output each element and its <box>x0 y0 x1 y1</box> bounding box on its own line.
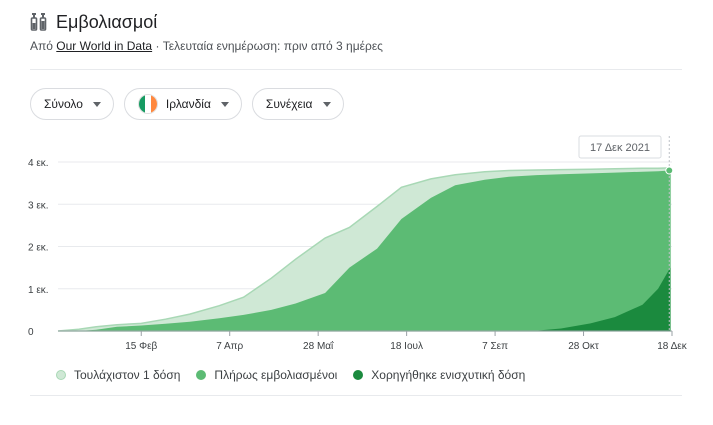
legend-item-at-least-one[interactable]: Τουλάχιστον 1 δόση <box>56 368 180 382</box>
vaccine-icon <box>30 13 47 31</box>
hover-point-marker <box>665 166 674 175</box>
metric-dropdown[interactable]: Σύνολο <box>30 88 114 120</box>
x-tick-label: 15 Φεβ <box>125 341 157 352</box>
y-tick-label: 2 εκ. <box>28 243 49 254</box>
y-tick-label: 3 εκ. <box>28 200 49 211</box>
card-header: Εμβολιασμοί Από Our World in Data · Τελε… <box>30 10 680 54</box>
filter-controls: Σύνολο Ιρλανδία Συνέχεια <box>30 88 344 120</box>
legend-swatch-at-least-one <box>56 370 66 380</box>
page-title: Εμβολιασμοί <box>56 11 158 32</box>
top-divider <box>30 69 682 70</box>
x-tick-label: 7 Σεπ <box>482 341 508 352</box>
metric-dropdown-label: Σύνολο <box>44 97 83 111</box>
country-dropdown[interactable]: Ιρλανδία <box>123 88 242 120</box>
mode-dropdown-label: Συνέχεια <box>265 97 313 111</box>
legend-label: Τουλάχιστον 1 δόση <box>74 368 181 382</box>
legend-swatch-fully <box>196 370 207 380</box>
caret-down-icon <box>92 101 101 107</box>
caret-down-icon <box>220 101 229 107</box>
legend-label: Χορηγήθηκε ενισχυτική δόση <box>371 368 526 382</box>
source-prefix: Από <box>30 39 57 53</box>
legend-item-booster[interactable]: Χορηγήθηκε ενισχυτική δόση <box>353 368 525 382</box>
ireland-flag-icon <box>137 94 158 114</box>
last-updated: · Τελευταία ενημέρωση: πριν από 3 ημέρες <box>152 39 383 53</box>
y-tick-label: 0 <box>28 327 34 338</box>
y-tick-label: 4 εκ. <box>28 158 49 169</box>
caret-down-icon <box>322 101 331 107</box>
x-tick-label: 28 Μαΐ <box>303 340 334 352</box>
y-tick-label: 1 εκ. <box>28 285 49 296</box>
legend-item-fully[interactable]: Πλήρως εμβολιασμένοι <box>196 368 337 382</box>
title-row: Εμβολιασμοί <box>30 10 680 34</box>
x-tick-label: 28 Οκτ <box>568 341 599 352</box>
vaccination-area-chart[interactable]: 0 1 εκ. 2 εκ. 3 εκ. 4 εκ. 15 Φεβ 7 Απρ 28 Μαΐ 18… <box>0 130 713 360</box>
legend-swatch-booster <box>353 370 364 380</box>
source-link[interactable]: Our World in Data <box>56 39 152 53</box>
mode-dropdown[interactable]: Συνέχεια <box>251 88 344 120</box>
bottom-divider <box>30 395 682 396</box>
x-tick-label: 18 Δεκ <box>657 341 687 352</box>
legend-label: Πλήρως εμβολιασμένοι <box>214 368 338 382</box>
tooltip-date: 17 Δεκ 2021 <box>590 142 650 154</box>
source-line: Από Our World in Data · Τελευταία ενημέρ… <box>30 39 680 53</box>
x-tick-label: 7 Απρ <box>216 341 243 352</box>
x-tick-label: 18 Ιουλ <box>390 341 423 352</box>
country-dropdown-label: Ιρλανδία <box>165 97 211 111</box>
chart-legend: Τουλάχιστον 1 δόση Πλήρως εμβολιασμένοι … <box>56 368 525 382</box>
